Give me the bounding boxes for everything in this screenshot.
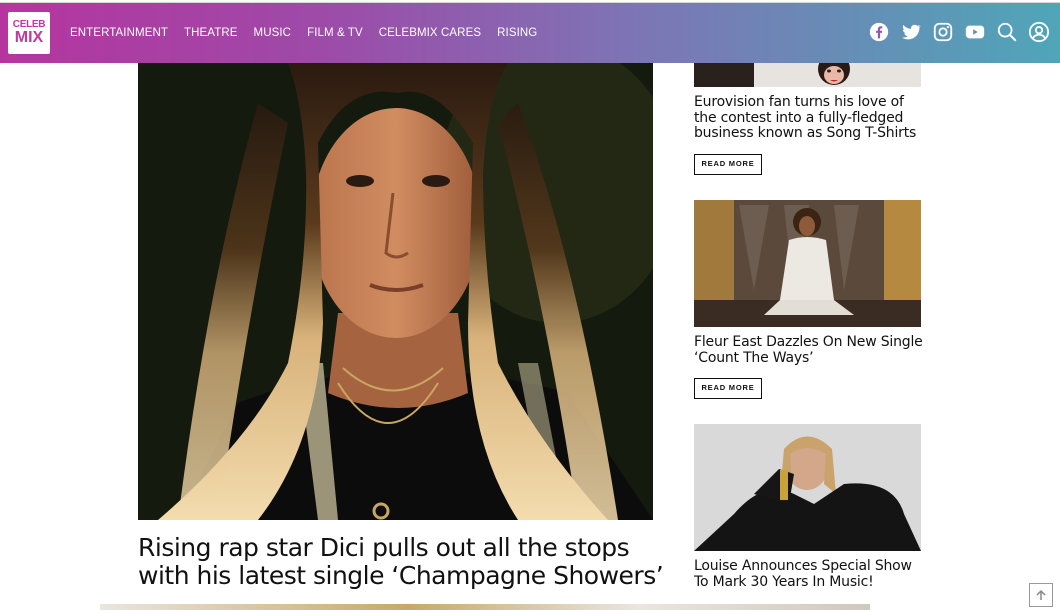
nav-rising[interactable]: RISING: [497, 27, 537, 39]
hero-photo-illustration: [138, 63, 653, 520]
youtube-icon[interactable]: [964, 21, 986, 43]
hero-article-image[interactable]: [138, 63, 653, 520]
nav-music[interactable]: MUSIC: [254, 27, 292, 39]
bottom-ad-strip: [100, 604, 870, 610]
main-nav: ENTERTAINMENT THEATRE MUSIC FILM & TV CE…: [62, 27, 545, 39]
nav-entertainment[interactable]: ENTERTAINMENT: [70, 27, 168, 39]
logo-text-bottom: MIX: [14, 29, 44, 46]
nav-theatre[interactable]: THEATRE: [184, 27, 238, 39]
scroll-to-top-button[interactable]: [1029, 583, 1053, 607]
user-icon[interactable]: [1028, 21, 1050, 43]
read-more-button-1[interactable]: READ MORE: [694, 154, 762, 175]
sidebar-article-image-1[interactable]: [694, 63, 921, 87]
facebook-icon[interactable]: [868, 21, 890, 43]
sidebar-article-image-2[interactable]: [694, 200, 921, 327]
sidebar-article-image-3[interactable]: [694, 424, 921, 551]
fleur-east-photo: [694, 200, 921, 327]
site-header: CELEB MIX ENTERTAINMENT THEATRE MUSIC FI…: [0, 2, 1060, 63]
read-more-button-2[interactable]: READ MORE: [694, 378, 762, 399]
instagram-icon[interactable]: [932, 21, 954, 43]
nav-celebmix-cares[interactable]: CELEBMIX CARES: [379, 27, 481, 39]
hero-article-title[interactable]: Rising rap star Dici pulls out all the s…: [138, 534, 668, 590]
arrow-up-icon: [1036, 589, 1046, 600]
nav-film-tv[interactable]: FILM & TV: [307, 27, 363, 39]
sidebar-article-title-2[interactable]: Fleur East Dazzles On New Single ‘Count …: [694, 334, 926, 366]
sidebar-article-title-1[interactable]: Eurovision fan turns his love of the con…: [694, 94, 926, 142]
louise-photo: [694, 424, 921, 551]
site-logo[interactable]: CELEB MIX: [8, 12, 50, 54]
sidebar-article-title-3[interactable]: Louise Announces Special Show To Mark 30…: [694, 558, 926, 590]
song-tshirt-image: [694, 63, 921, 87]
twitter-icon[interactable]: [900, 21, 922, 43]
search-icon[interactable]: [996, 21, 1018, 43]
header-icons: [858, 21, 1050, 43]
